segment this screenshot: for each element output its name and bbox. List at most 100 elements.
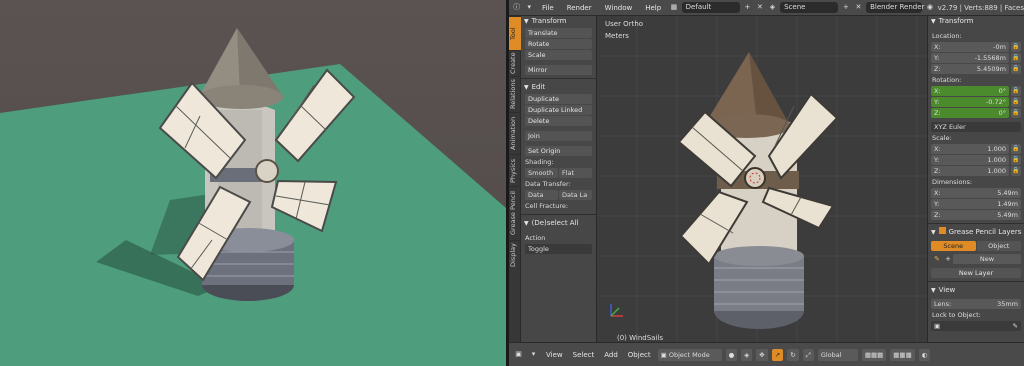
grease-pencil-layers-header[interactable]: ▼ Grease Pencil Layers bbox=[928, 227, 1024, 238]
tab-display[interactable]: Display bbox=[509, 240, 521, 270]
menu-help[interactable]: Help bbox=[640, 4, 666, 12]
lock-icon[interactable]: 🔒 bbox=[1011, 64, 1021, 74]
tab-tool[interactable]: Tool bbox=[509, 16, 521, 50]
dimension-y-field[interactable]: Y: 1.49m bbox=[931, 199, 1021, 209]
lock-icon[interactable]: 🔒 bbox=[1011, 42, 1021, 52]
lock-to-object-field[interactable]: ▣ ✎ bbox=[931, 321, 1021, 331]
tab-relations[interactable]: Relations bbox=[509, 76, 521, 112]
menu-window[interactable]: Window bbox=[600, 4, 638, 12]
location-y-field[interactable]: Y: -1.5568m bbox=[931, 53, 1009, 63]
close-icon[interactable]: ✕ bbox=[755, 2, 764, 13]
gp-object-button[interactable]: Object bbox=[976, 241, 1021, 251]
edit-panel-header[interactable]: ▼ Edit bbox=[521, 82, 596, 93]
flat-button[interactable]: Flat bbox=[559, 168, 592, 178]
lens-field[interactable]: Lens: 35mm bbox=[931, 299, 1021, 309]
chevron-down-icon: ▼ bbox=[931, 287, 936, 294]
lock-icon[interactable]: 🔒 bbox=[1011, 144, 1021, 154]
n-transform-header[interactable]: ▼ Transform bbox=[928, 16, 1024, 27]
chevron-down-icon[interactable]: ▾ bbox=[528, 349, 539, 360]
menu-file[interactable]: File bbox=[537, 4, 559, 12]
rotation-y-field[interactable]: Y: -0.72° bbox=[931, 97, 1009, 107]
tab-physics[interactable]: Physics bbox=[509, 154, 521, 186]
rotation-x-field[interactable]: X: 0° bbox=[931, 86, 1009, 96]
menu-object[interactable]: Object bbox=[625, 351, 654, 359]
add-icon[interactable]: + bbox=[743, 2, 752, 13]
duplicate-button[interactable]: Duplicate bbox=[525, 94, 592, 104]
scene-stats: v2.79 | Verts:889 | Faces bbox=[937, 3, 1024, 12]
layers-icon[interactable]: ▦▦▦ bbox=[890, 348, 915, 361]
lock-icon[interactable]: 🔒 bbox=[1011, 97, 1021, 107]
scale-button[interactable]: Scale bbox=[525, 50, 592, 60]
chevron-down-icon[interactable]: ▾ bbox=[524, 2, 533, 13]
set-origin-button[interactable]: Set Origin bbox=[525, 146, 592, 156]
action-select[interactable]: Toggle bbox=[525, 244, 592, 254]
menu-view[interactable]: View bbox=[543, 351, 566, 359]
orientation-select[interactable]: Global bbox=[817, 348, 858, 361]
gp-new-button[interactable]: New bbox=[953, 254, 1021, 264]
view-panel-header[interactable]: ▼ View bbox=[928, 285, 1024, 296]
rotation-mode-select[interactable]: XYZ Euler bbox=[931, 122, 1021, 132]
layout-field[interactable]: Default bbox=[681, 2, 740, 13]
manipulator-icon[interactable]: ✥ bbox=[756, 348, 768, 361]
menu-render[interactable]: Render bbox=[562, 4, 597, 12]
viewport-type-icon[interactable]: ▣ bbox=[513, 349, 524, 360]
pivot-icon[interactable]: ◈ bbox=[741, 348, 753, 361]
info-icon[interactable]: ⓘ bbox=[512, 2, 521, 13]
location-label: Location: bbox=[932, 32, 962, 40]
tab-animation[interactable]: Animation bbox=[509, 112, 521, 154]
translate-button[interactable]: Translate bbox=[525, 28, 592, 38]
data-transfer-label: Data Transfer: bbox=[525, 180, 571, 188]
scene-icon[interactable]: ◈ bbox=[768, 2, 777, 13]
pencil-icon[interactable]: ✎ bbox=[931, 255, 943, 263]
3d-viewport[interactable]: User Ortho Meters (0) WindSails bbox=[597, 16, 927, 342]
mode-select[interactable]: ▣ Object Mode bbox=[657, 348, 722, 361]
gp-scene-button[interactable]: Scene bbox=[931, 241, 976, 251]
mirror-button[interactable]: Mirror bbox=[525, 65, 592, 75]
gp-new-layer-button[interactable]: New Layer bbox=[931, 268, 1021, 278]
scale-x-field[interactable]: X: 1.000 bbox=[931, 144, 1009, 154]
info-header: ⓘ ▾ File Render Window Help ▦ Default + … bbox=[509, 0, 1024, 16]
menu-add[interactable]: Add bbox=[601, 351, 621, 359]
deselect-panel-header[interactable]: ▼ (De)select All bbox=[521, 218, 596, 229]
chevron-down-icon: ▼ bbox=[524, 18, 529, 25]
lock-icon[interactable]: 🔒 bbox=[1011, 53, 1021, 63]
scale-label: Scale: bbox=[932, 134, 952, 142]
rotate-manipulator-icon[interactable]: ↻ bbox=[787, 348, 799, 361]
scene-field[interactable]: Scene bbox=[780, 2, 839, 13]
duplicate-linked-button[interactable]: Duplicate Linked bbox=[525, 105, 592, 115]
add-icon[interactable]: + bbox=[841, 2, 850, 13]
data-button[interactable]: Data bbox=[525, 190, 558, 200]
lock-icon[interactable]: 🔒 bbox=[1011, 155, 1021, 165]
rotate-button[interactable]: Rotate bbox=[525, 39, 592, 49]
dimension-z-field[interactable]: Z: 5.49m bbox=[931, 210, 1021, 220]
rotation-z-field[interactable]: Z: 0° bbox=[931, 108, 1009, 118]
join-button[interactable]: Join bbox=[525, 131, 592, 141]
scale-z-field[interactable]: Z: 1.000 bbox=[931, 166, 1009, 176]
delete-button[interactable]: Delete bbox=[525, 116, 592, 126]
lock-icon[interactable]: 🔒 bbox=[1011, 108, 1021, 118]
screen-layout-icon[interactable]: ▦ bbox=[669, 2, 678, 13]
scale-manipulator-icon[interactable]: ⤢ bbox=[802, 348, 814, 361]
location-z-field[interactable]: Z: 5.4509m bbox=[931, 64, 1009, 74]
data-layout-button[interactable]: Data La bbox=[559, 190, 592, 200]
translate-manipulator-icon[interactable]: ↗ bbox=[771, 348, 784, 361]
plus-icon[interactable]: + bbox=[943, 255, 953, 263]
smooth-button[interactable]: Smooth bbox=[525, 168, 558, 178]
render-icon[interactable]: ◐ bbox=[918, 348, 931, 361]
tab-create[interactable]: Create bbox=[509, 50, 521, 76]
lock-icon[interactable]: 🔒 bbox=[1011, 166, 1021, 176]
layers-icon[interactable]: ▦▦▦ bbox=[861, 348, 887, 361]
dimension-x-field[interactable]: X: 5.49m bbox=[931, 188, 1021, 198]
close-icon[interactable]: ✕ bbox=[854, 2, 863, 13]
tool-shelf: ▼ Transform Translate Rotate Scale Mirror… bbox=[521, 16, 597, 342]
shading-mode-icon[interactable]: ● bbox=[725, 348, 738, 361]
scale-y-field[interactable]: Y: 1.000 bbox=[931, 155, 1009, 165]
render-engine-select[interactable]: Blender Render bbox=[866, 2, 924, 13]
menu-select[interactable]: Select bbox=[570, 351, 598, 359]
location-x-field[interactable]: X: -0m bbox=[931, 42, 1009, 52]
checkbox-icon[interactable] bbox=[938, 227, 946, 234]
eyedropper-icon[interactable]: ✎ bbox=[1013, 321, 1018, 331]
tab-grease-pencil[interactable]: Grease Pencil bbox=[509, 186, 521, 240]
lock-icon[interactable]: 🔒 bbox=[1011, 86, 1021, 96]
transform-panel-header[interactable]: ▼ Transform bbox=[521, 16, 596, 27]
